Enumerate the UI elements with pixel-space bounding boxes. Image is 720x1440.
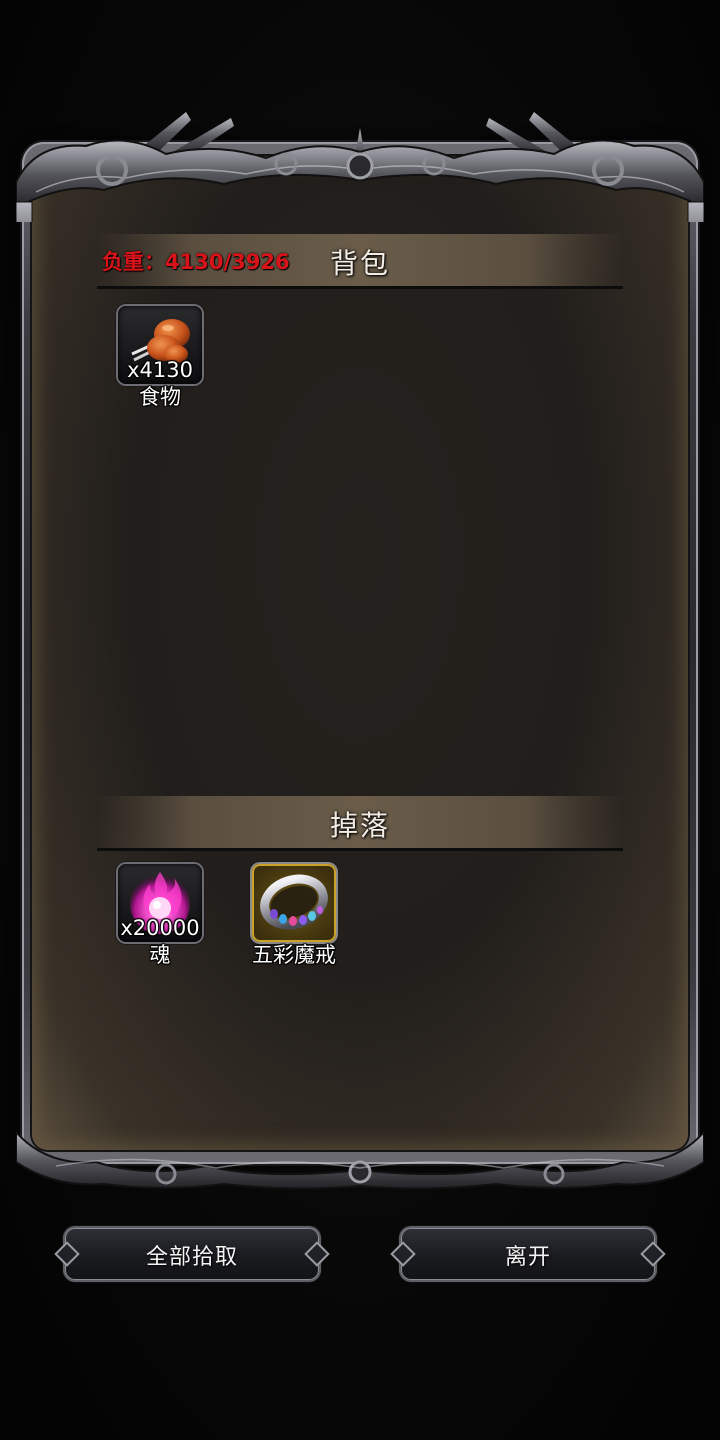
- pickup-all-label: 全部拾取: [145, 1245, 238, 1270]
- item-quantity: x4130: [127, 358, 193, 382]
- drops-header-bar: 掉落: [97, 796, 623, 851]
- loot-screen: 背包 负重：4130/3926 x4130 食物 掉落 x20000 魂 五彩魔…: [0, 0, 720, 1440]
- item-name: 食物: [139, 385, 181, 409]
- leave-label: 离开: [504, 1245, 551, 1270]
- drop-item-slot-ring[interactable]: [252, 864, 336, 942]
- drops-title: 掉落: [329, 809, 390, 842]
- jeweled-ring-icon: [260, 874, 328, 930]
- backpack-item-slot-food[interactable]: x4130: [118, 306, 202, 384]
- drop-item-slot-soul[interactable]: x20000: [118, 864, 202, 942]
- frame-bottom-ornament: [16, 1130, 704, 1190]
- carry-weight-indicator: 负重：4130/3926: [102, 250, 290, 274]
- item-quantity: x20000: [120, 916, 200, 940]
- item-name: 五彩魔戒: [252, 943, 336, 967]
- pickup-all-button[interactable]: 全部拾取: [54, 1224, 330, 1284]
- frame-top-crest-ornament: [16, 112, 704, 222]
- leave-button[interactable]: 离开: [390, 1224, 666, 1284]
